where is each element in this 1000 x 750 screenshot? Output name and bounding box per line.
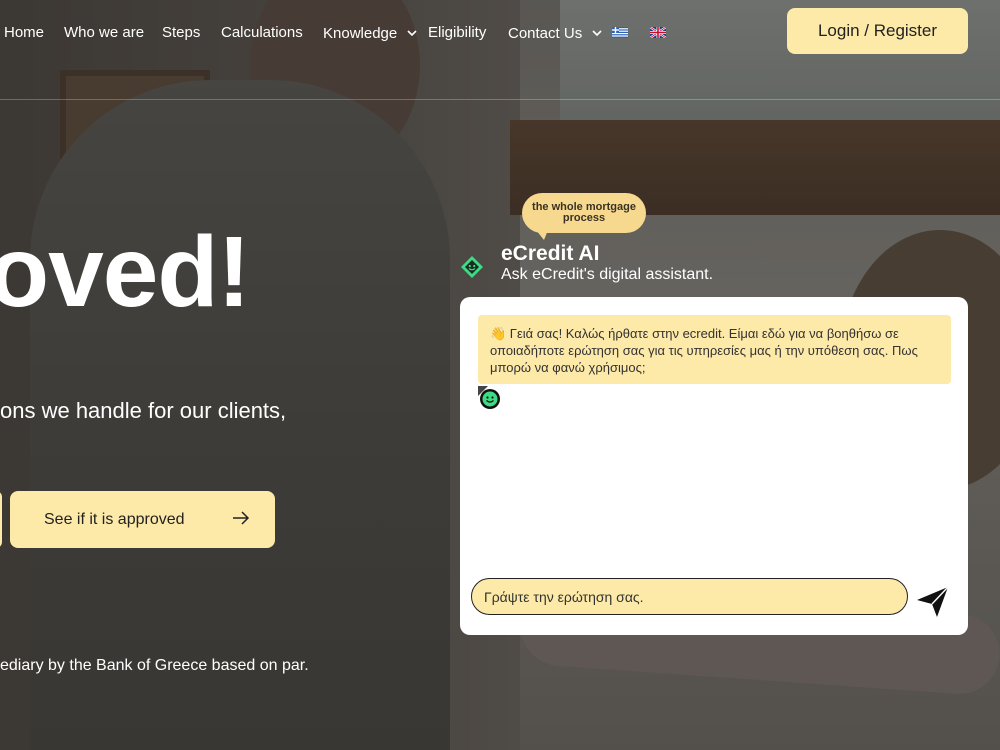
- nav-knowledge[interactable]: Knowledge: [323, 24, 417, 43]
- chevron-down-icon: [407, 24, 417, 42]
- chat-panel: 👋 Γειά σας! Καλώς ήρθατε στην ecredit. Ε…: [460, 297, 968, 635]
- ecredit-logo-icon: [460, 255, 484, 284]
- login-register-button[interactable]: Login / Register: [787, 8, 968, 54]
- nav-knowledge-label: Knowledge: [323, 25, 398, 42]
- arrow-right-icon: [232, 510, 250, 531]
- speech-bubble: the whole mortgage process: [522, 193, 646, 240]
- send-button[interactable]: [915, 584, 951, 620]
- secondary-button-edge[interactable]: [0, 491, 2, 548]
- bot-avatar-icon: [478, 386, 502, 415]
- nav-contact-label: Contact Us: [508, 25, 583, 42]
- nav-who-we-are[interactable]: Who we are: [64, 24, 144, 42]
- hero-footnote: ediary by the Bank of Greece based on pa…: [0, 657, 309, 674]
- chat-subtitle: Ask eCredit's digital assistant.: [501, 266, 714, 283]
- greek-flag-icon[interactable]: [612, 25, 628, 38]
- uk-flag-icon[interactable]: [649, 25, 667, 39]
- send-icon: [915, 586, 951, 624]
- top-nav: Home Who we are Steps Calculations Knowl…: [0, 0, 1000, 100]
- hero-title: oved!: [0, 216, 251, 328]
- nav-calculations[interactable]: Calculations: [221, 24, 303, 42]
- nav-eligibility[interactable]: Eligibility: [428, 24, 486, 42]
- nav-home[interactable]: Home: [4, 24, 44, 42]
- bot-message: 👋 Γειά σας! Καλώς ήρθατε στην ecredit. Ε…: [478, 315, 951, 384]
- see-if-approved-button[interactable]: See if it is approved: [10, 491, 275, 548]
- nav-steps[interactable]: Steps: [162, 24, 200, 42]
- chevron-down-icon: [592, 24, 602, 42]
- hero-subtitle: ons we handle for our clients,: [0, 398, 287, 423]
- nav-contact-us[interactable]: Contact Us: [508, 24, 602, 43]
- chat-title: eCredit AI: [501, 242, 600, 265]
- cta-label: See if it is approved: [44, 510, 185, 528]
- chat-question-input[interactable]: [471, 578, 908, 615]
